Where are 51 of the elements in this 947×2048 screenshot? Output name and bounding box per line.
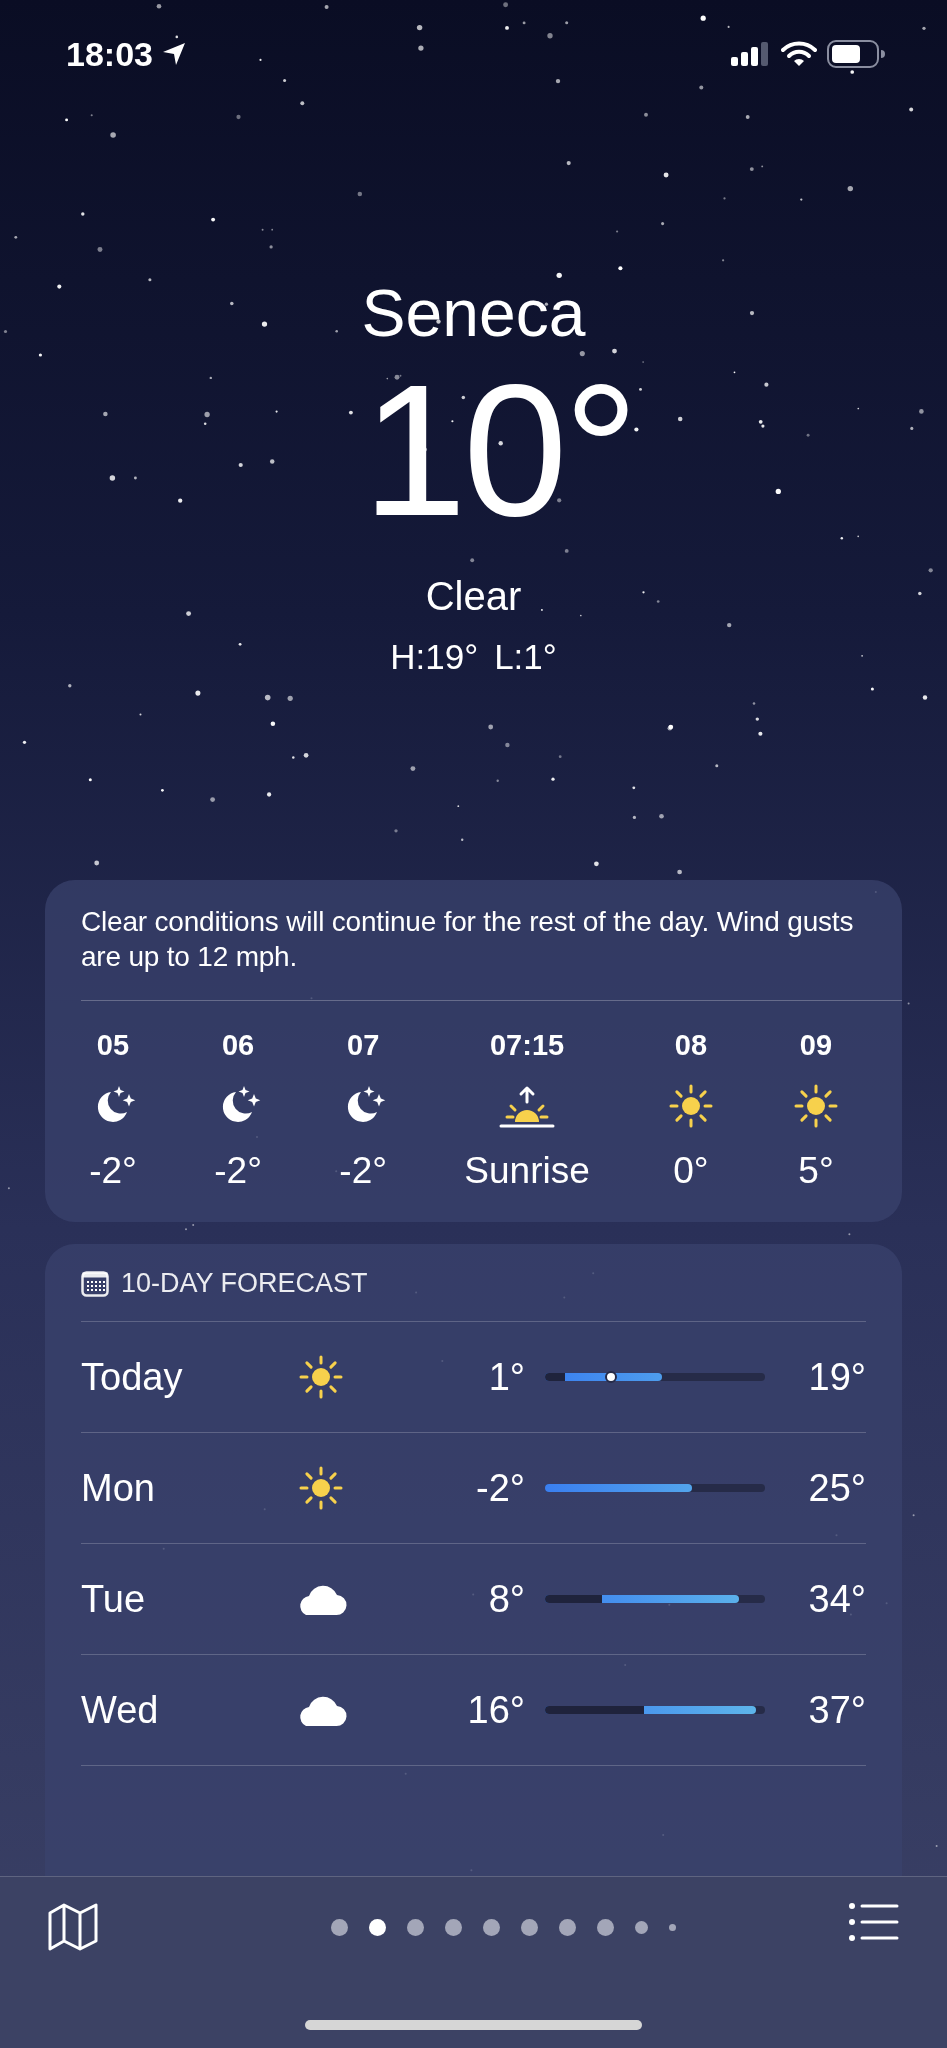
low-temperature: 1° <box>487 1355 525 1399</box>
hour-temperature: -2° <box>214 1150 262 1192</box>
page-indicator-dot[interactable] <box>369 1919 386 1936</box>
battery-icon <box>827 40 885 68</box>
day-label: Wed <box>81 1688 160 1732</box>
page-indicator-dot[interactable] <box>669 1924 676 1931</box>
hour-temperature: 5° <box>798 1150 834 1192</box>
forecast-title: 10-DAY FORECAST <box>121 1268 368 1299</box>
page-indicator-dot[interactable] <box>559 1919 576 1936</box>
hour-temperature: Sunrise <box>464 1150 590 1192</box>
hour-label: 07 <box>347 1029 380 1062</box>
page-indicator-dot[interactable] <box>331 1919 348 1936</box>
hour-label: 09 <box>799 1029 833 1062</box>
wifi-icon <box>781 41 817 67</box>
day-label: Today <box>81 1355 184 1399</box>
map-icon[interactable] <box>48 1903 98 1951</box>
day-label: Mon <box>81 1466 156 1510</box>
high-temperature: 25° <box>807 1466 866 1510</box>
high-temperature: 37° <box>807 1688 866 1732</box>
hour-label: 08 <box>674 1029 707 1062</box>
hour-temperature: -2° <box>89 1150 137 1192</box>
condition-text: Clear <box>425 574 522 619</box>
low-temperature: L:1° <box>494 637 557 677</box>
forecast-summary: Clear conditions will continue for the rest of the day. Wind gusts are up to 12 mph. <box>81 905 855 974</box>
signal-icon <box>731 42 771 66</box>
high-temperature: 34° <box>807 1577 866 1621</box>
page-indicator-dot[interactable] <box>407 1919 424 1936</box>
page-indicator-dot[interactable] <box>597 1919 614 1936</box>
calendar-icon <box>81 1270 109 1297</box>
low-temperature: -2° <box>475 1466 525 1510</box>
hour-label: 06 <box>221 1029 255 1062</box>
sun-icon <box>297 1353 345 1401</box>
high-temperature: 19° <box>807 1355 866 1399</box>
list-icon[interactable] <box>849 1903 899 1941</box>
status-time: 18:03 <box>66 34 153 74</box>
sun-icon <box>297 1464 345 1512</box>
page-indicator-dot[interactable] <box>521 1919 538 1936</box>
current-temperature: 10° <box>361 356 635 544</box>
hour-label: 05 <box>96 1029 130 1062</box>
page-indicator-dot[interactable] <box>635 1921 648 1934</box>
hour-label: 07:15 <box>489 1029 565 1062</box>
low-temperature: 8° <box>487 1577 525 1621</box>
city-name: Seneca <box>361 280 586 346</box>
hour-temperature: 0° <box>673 1150 709 1192</box>
hour-temperature: -2° <box>339 1150 388 1192</box>
sun-icon <box>792 1082 840 1130</box>
high-temperature: H:19° <box>390 637 479 677</box>
day-label: Tue <box>81 1577 147 1621</box>
page-indicator-dot[interactable] <box>445 1919 462 1936</box>
low-temperature: 16° <box>466 1688 525 1732</box>
page-indicator-dot[interactable] <box>483 1919 500 1936</box>
